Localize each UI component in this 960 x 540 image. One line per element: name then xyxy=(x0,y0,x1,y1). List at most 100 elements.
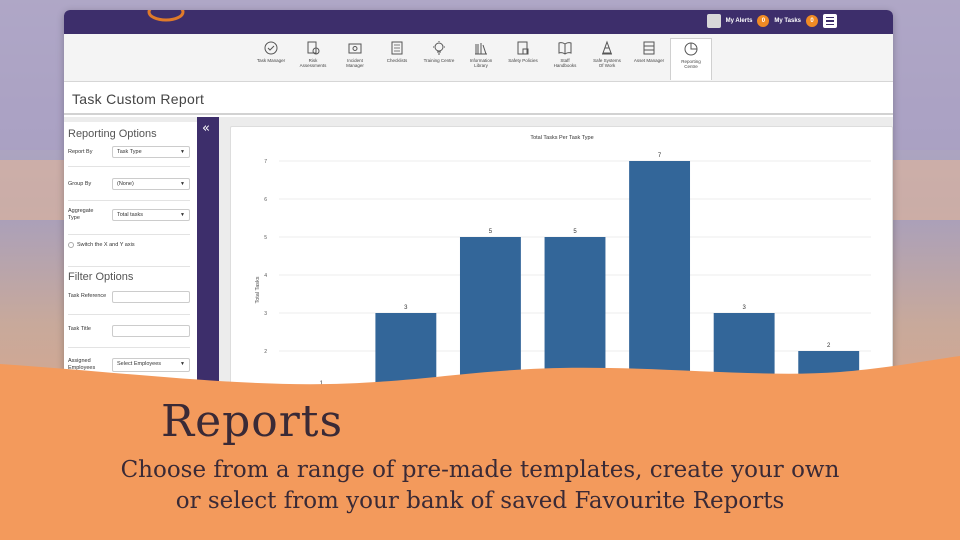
module-navbar: Task Manager Risk Assessments Incident Man… xyxy=(64,34,893,82)
reporting-sidebar: Reporting Options Report By Task Type ▼ … xyxy=(64,122,197,390)
y-tick-label: 4 xyxy=(264,273,267,279)
banner-title: Reports xyxy=(160,396,344,447)
sidebar-collapse-bar[interactable]: « xyxy=(197,117,219,390)
divider xyxy=(68,234,190,235)
banner-subtitle-line-2: or select from your bank of saved Favour… xyxy=(175,488,785,514)
nav-item-reporting-centre[interactable]: Reporting Centre xyxy=(670,38,712,80)
app-window: My Alerts 0 My Tasks 0 Task Manager Risk … xyxy=(64,10,893,390)
nav-item-label: Reporting Centre xyxy=(681,59,701,69)
chart-bar[interactable] xyxy=(544,237,606,390)
bar-value-label: 3 xyxy=(742,305,746,311)
divider xyxy=(68,200,190,201)
nav-item-task-manager[interactable]: Task Manager xyxy=(250,38,292,78)
cone-icon xyxy=(602,40,612,55)
switch-axis-row[interactable]: Switch the X and Y axis xyxy=(68,242,135,248)
task-title-input[interactable] xyxy=(112,325,190,337)
chevron-down-icon: ▼ xyxy=(180,212,185,218)
nav-item-label: Task Manager xyxy=(256,58,286,63)
chevron-down-icon: ▼ xyxy=(180,149,185,155)
y-tick-label: 3 xyxy=(264,311,267,317)
nav-item-label: Safe Systems Of Work xyxy=(593,58,621,68)
nav-item-label: Staff Handbooks xyxy=(553,58,577,68)
top-bar: My Alerts 0 My Tasks 0 xyxy=(64,10,893,34)
nav-item-label: Checklists xyxy=(386,58,408,63)
nav-item-safety-policies[interactable]: Safety Policies xyxy=(502,38,544,78)
switch-axis-checkbox[interactable] xyxy=(68,242,74,248)
bar-value-label: 7 xyxy=(658,153,662,159)
page-titlebar: Task Custom Report xyxy=(64,82,893,115)
nav-item-label: Incident Manager xyxy=(346,58,364,68)
divider xyxy=(68,266,190,267)
reporting-options-heading: Reporting Options xyxy=(68,128,157,140)
policy-icon xyxy=(517,41,529,55)
task-title-label: Task Title xyxy=(68,326,91,332)
bar-value-label: 2 xyxy=(827,343,831,349)
checklist-icon xyxy=(391,41,403,55)
asset-icon xyxy=(643,41,655,55)
risk-icon xyxy=(307,41,320,55)
aggregate-type-value: Total tasks xyxy=(117,212,143,218)
module-nav-items: Task Manager Risk Assessments Incident Man… xyxy=(250,38,712,80)
assigned-employees-value: Select Employees xyxy=(117,361,162,367)
chart-bar[interactable] xyxy=(375,313,437,390)
bar-value-label: 3 xyxy=(404,305,408,311)
task-reference-input[interactable] xyxy=(112,291,190,303)
avatar[interactable] xyxy=(706,14,721,28)
group-by-value: (None) xyxy=(117,181,134,187)
my-tasks-link[interactable]: My Tasks xyxy=(774,18,801,24)
report-by-value: Task Type xyxy=(117,149,142,155)
nav-item-safe-systems-of-work[interactable]: Safe Systems Of Work xyxy=(586,38,628,78)
logo-icon[interactable] xyxy=(146,10,186,26)
divider xyxy=(68,166,190,167)
assigned-employees-select[interactable]: Select Employees ▼ xyxy=(112,358,190,372)
assigned-employees-label: Assigned Employees xyxy=(68,358,96,371)
chart-bar[interactable] xyxy=(290,389,352,390)
bar-value-label: 5 xyxy=(489,229,493,235)
nav-item-risk-assessments[interactable]: Risk Assessments xyxy=(292,38,334,78)
bar-value-label: 5 xyxy=(573,229,577,235)
y-tick-label: 7 xyxy=(264,159,267,165)
banner-subtitle-line-1: Choose from a range of pre-made template… xyxy=(120,457,840,483)
my-alerts-link[interactable]: My Alerts xyxy=(726,18,753,24)
filter-options-heading: Filter Options xyxy=(68,271,134,283)
chart-bar[interactable] xyxy=(459,237,521,390)
nav-item-label: Training Centre xyxy=(423,58,455,63)
task-type-bar-chart: Total Tasks Per Task Type Total Tasks 1 2… xyxy=(255,135,871,390)
alerts-count-badge: 0 xyxy=(757,15,770,27)
aggregate-type-select[interactable]: Total tasks ▼ xyxy=(112,209,190,221)
lightbulb-icon xyxy=(433,41,445,55)
chart-bars: 1 3 5 5 7 3 2 xyxy=(290,153,860,390)
check-circle-icon xyxy=(264,41,278,55)
nav-item-training-centre[interactable]: Training Centre xyxy=(418,38,460,78)
chevron-down-icon: ▼ xyxy=(180,181,185,187)
y-tick-label: 5 xyxy=(264,235,267,241)
banner-subtitle: Choose from a range of pre-made template… xyxy=(0,455,960,517)
nav-item-incident-manager[interactable]: Incident Manager xyxy=(334,38,376,78)
chart-bar[interactable] xyxy=(798,351,860,390)
task-reference-label: Task Reference xyxy=(68,293,107,299)
nav-item-asset-manager[interactable]: Asset Manager xyxy=(628,38,670,78)
chart-bar[interactable] xyxy=(629,161,691,390)
chart-card: Total Tasks Per Task Type Total Tasks 1 2… xyxy=(230,126,893,390)
nav-item-label: Safety Policies xyxy=(508,58,538,63)
group-by-select[interactable]: (None) ▼ xyxy=(112,178,190,190)
nav-item-staff-handbooks[interactable]: Staff Handbooks xyxy=(544,38,586,78)
top-right-controls: My Alerts 0 My Tasks 0 xyxy=(706,14,837,28)
chart-bar[interactable] xyxy=(713,313,775,390)
tasks-count-badge: 0 xyxy=(806,15,818,27)
hamburger-menu-icon[interactable] xyxy=(823,14,837,28)
nav-item-checklists[interactable]: Checklists xyxy=(376,38,418,78)
bar-value-label: 1 xyxy=(320,381,324,387)
chevron-down-icon: ▼ xyxy=(180,361,185,367)
nav-item-information-library[interactable]: Information Library xyxy=(460,38,502,78)
nav-item-label: Risk Assessments xyxy=(299,58,327,68)
y-tick-label: 1 xyxy=(264,387,267,390)
collapse-left-icon[interactable]: « xyxy=(202,121,210,136)
page-title: Task Custom Report xyxy=(72,91,205,107)
nav-item-label: Asset Manager xyxy=(633,58,665,63)
divider xyxy=(68,347,190,348)
chart-title: Total Tasks Per Task Type xyxy=(530,135,593,141)
divider xyxy=(68,314,190,315)
report-by-select[interactable]: Task Type ▼ xyxy=(112,146,190,158)
switch-axis-label: Switch the X and Y axis xyxy=(77,242,135,248)
